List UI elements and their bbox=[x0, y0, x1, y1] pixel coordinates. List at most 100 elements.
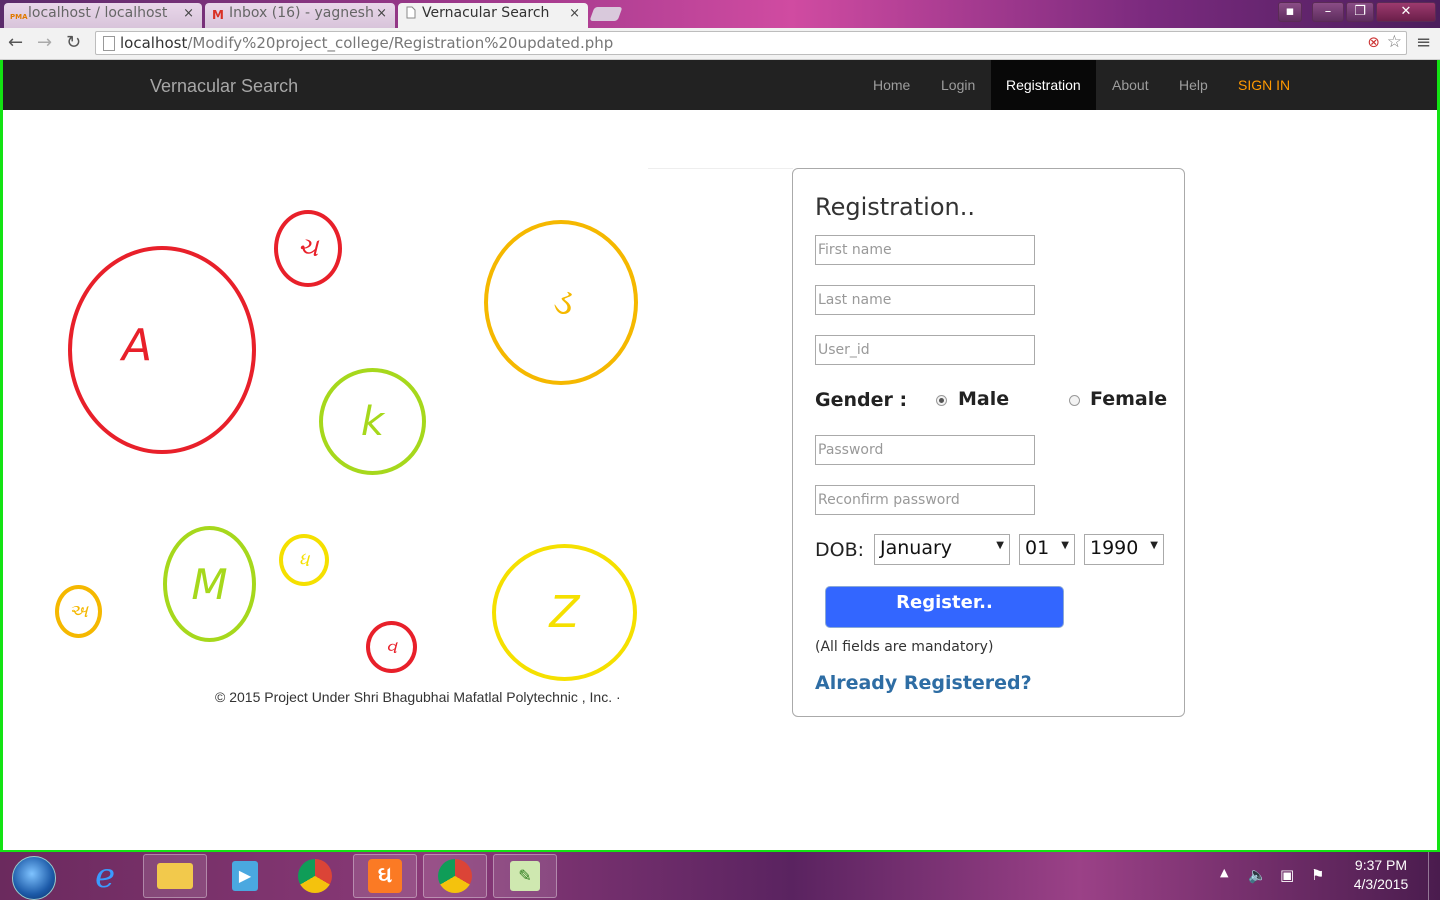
tab-label: localhost / localhost bbox=[28, 5, 168, 21]
close-tab-icon[interactable]: × bbox=[569, 6, 580, 21]
dob-month-select[interactable]: January ▼ bbox=[874, 534, 1010, 565]
circle-letter: M bbox=[191, 559, 228, 609]
divider bbox=[648, 168, 793, 169]
site-navbar: Vernacular Search Home Login Registratio… bbox=[3, 60, 1437, 110]
site-brand[interactable]: Vernacular Search bbox=[150, 76, 298, 97]
letter-circle: M bbox=[163, 526, 256, 642]
circle-letter: વ bbox=[385, 636, 398, 658]
letter-circle: ડ bbox=[484, 220, 638, 385]
reload-icon[interactable]: ↻ bbox=[66, 32, 81, 53]
browser-titlebar: PMAlocalhost / localhost × M Inbox (16) -… bbox=[0, 0, 1440, 28]
dob-year-select[interactable]: 1990 ▼ bbox=[1084, 534, 1164, 565]
reconfirm-password-input[interactable]: Reconfirm password bbox=[815, 485, 1035, 515]
tab-gmail[interactable]: M Inbox (16) - yagnesh × bbox=[205, 3, 395, 28]
nav-about[interactable]: About bbox=[1097, 60, 1164, 110]
registration-panel: Registration.. First name Last name User… bbox=[792, 168, 1185, 717]
clock-date: 4/3/2015 bbox=[1353, 876, 1409, 892]
user-profile-button[interactable]: ▪ bbox=[1278, 2, 1302, 22]
internet-explorer-icon[interactable]: e bbox=[73, 854, 137, 898]
taskbar-clock[interactable]: 9:37 PM 4/3/2015 bbox=[1350, 857, 1412, 892]
dob-day-value: 01 bbox=[1025, 537, 1050, 559]
maximize-button[interactable]: ❐ bbox=[1346, 2, 1374, 22]
circle-letter: Z bbox=[549, 587, 580, 638]
letter-circle: અ bbox=[55, 585, 102, 638]
windows-taskbar: e ▶ ઘ ✎ ▲ 🔈 ▣ ⚑ 9:37 PM 4/3/2015 bbox=[0, 852, 1440, 900]
address-bar[interactable]: localhost/Modify%20project_college/Regis… bbox=[95, 31, 1407, 55]
nav-sign-in[interactable]: SIGN IN bbox=[1223, 60, 1305, 110]
gender-male-label[interactable]: Male bbox=[958, 388, 1009, 410]
phpmyadmin-icon: PMA bbox=[10, 13, 28, 21]
close-window-button[interactable]: ✕ bbox=[1376, 2, 1436, 22]
file-explorer-icon[interactable] bbox=[143, 854, 207, 898]
new-tab-button[interactable] bbox=[589, 7, 623, 21]
dob-label: DOB: bbox=[815, 539, 865, 561]
letter-circle: k bbox=[319, 368, 426, 475]
already-registered-link[interactable]: Already Registered? bbox=[815, 672, 1032, 694]
circle-letter: અ bbox=[69, 601, 88, 622]
tab-vernacular-search[interactable]: Vernacular Search × bbox=[398, 3, 588, 28]
mandatory-note: (All fields are mandatory) bbox=[815, 639, 994, 655]
xampp-icon[interactable]: ઘ bbox=[353, 854, 417, 898]
minimize-button[interactable]: – bbox=[1312, 2, 1344, 22]
blocked-content-icon[interactable]: ⊗ bbox=[1367, 33, 1380, 51]
notepad-plus-plus-icon[interactable]: ✎ bbox=[493, 854, 557, 898]
gender-male-radio[interactable] bbox=[936, 395, 947, 406]
circle-letter: ચ bbox=[297, 233, 319, 263]
letter-circle: A bbox=[68, 246, 256, 454]
url-host: localhost bbox=[120, 34, 188, 52]
first-name-input[interactable]: First name bbox=[815, 235, 1035, 265]
web-page: Vernacular Search Home Login Registratio… bbox=[3, 60, 1437, 850]
circle-letter: k bbox=[360, 398, 385, 445]
gmail-icon: M bbox=[212, 8, 224, 22]
footer-copyright: © 2015 Project Under Shri Bhagubhai Mafa… bbox=[215, 689, 621, 705]
menu-icon[interactable]: ≡ bbox=[1416, 32, 1431, 53]
user-id-input[interactable]: User_id bbox=[815, 335, 1035, 365]
clock-time: 9:37 PM bbox=[1354, 857, 1408, 873]
tab-phpmyadmin[interactable]: PMAlocalhost / localhost × bbox=[4, 3, 202, 28]
back-icon[interactable]: ← bbox=[8, 32, 23, 53]
nav-home[interactable]: Home bbox=[858, 60, 925, 110]
chrome-icon[interactable] bbox=[283, 854, 347, 898]
nav-login[interactable]: Login bbox=[926, 60, 990, 110]
chrome-active-icon[interactable] bbox=[423, 854, 487, 898]
tab-label: Inbox (16) - yagnesh bbox=[229, 5, 374, 21]
gender-label: Gender : bbox=[815, 389, 908, 411]
nav-help[interactable]: Help bbox=[1164, 60, 1223, 110]
start-button[interactable] bbox=[12, 856, 56, 900]
dob-month-value: January bbox=[880, 537, 953, 559]
bookmark-star-icon[interactable]: ☆ bbox=[1387, 32, 1402, 52]
dropdown-arrow-icon: ▼ bbox=[996, 540, 1004, 551]
volume-icon[interactable]: 🔈 bbox=[1248, 866, 1267, 884]
gender-female-label[interactable]: Female bbox=[1090, 388, 1167, 410]
dob-day-select[interactable]: 01 ▼ bbox=[1019, 534, 1075, 565]
show-hidden-icons[interactable]: ▲ bbox=[1220, 866, 1228, 879]
letter-circle: વ bbox=[366, 621, 417, 673]
dob-year-value: 1990 bbox=[1090, 537, 1139, 559]
nav-registration[interactable]: Registration bbox=[991, 60, 1096, 110]
last-name-input[interactable]: Last name bbox=[815, 285, 1035, 315]
circle-letter: ડ bbox=[551, 281, 571, 323]
dropdown-arrow-icon: ▼ bbox=[1061, 540, 1069, 551]
browser-toolbar: ← → ↻ localhost/Modify%20project_college… bbox=[0, 28, 1440, 60]
page-icon bbox=[103, 36, 115, 51]
letter-circle: Z bbox=[492, 544, 637, 681]
close-tab-icon[interactable]: × bbox=[376, 6, 387, 21]
circle-letter: ધ bbox=[298, 549, 310, 571]
media-player-icon[interactable]: ▶ bbox=[213, 854, 277, 898]
gender-female-radio[interactable] bbox=[1069, 395, 1080, 406]
tab-label: Vernacular Search bbox=[422, 5, 550, 21]
dropdown-arrow-icon: ▼ bbox=[1150, 540, 1158, 551]
show-desktop-button[interactable] bbox=[1428, 852, 1440, 900]
circle-letter: A bbox=[121, 319, 153, 371]
network-icon[interactable]: ▣ bbox=[1280, 866, 1294, 884]
close-tab-icon[interactable]: × bbox=[183, 6, 194, 21]
register-button[interactable]: Register.. bbox=[825, 586, 1064, 628]
letter-circle: ધ bbox=[279, 534, 329, 586]
password-input[interactable]: Password bbox=[815, 435, 1035, 465]
page-icon bbox=[404, 6, 418, 20]
letter-circle: ચ bbox=[274, 210, 342, 287]
url-path: /Modify%20project_college/Registration%2… bbox=[187, 34, 614, 52]
form-title: Registration.. bbox=[815, 193, 975, 221]
action-center-flag-icon[interactable]: ⚑ bbox=[1311, 866, 1324, 884]
forward-icon[interactable]: → bbox=[37, 32, 52, 53]
